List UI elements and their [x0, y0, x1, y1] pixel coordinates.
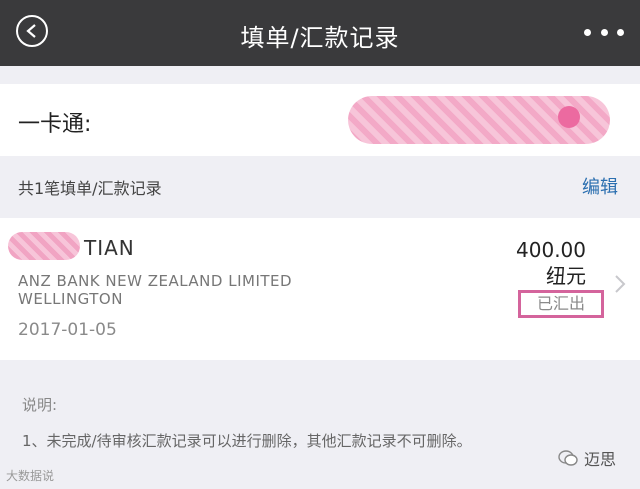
- card-label: 一卡通:: [18, 112, 92, 137]
- payee-name: TIAN: [84, 236, 135, 260]
- redaction-blob: [558, 106, 580, 128]
- record-list-item[interactable]: TIAN ANZ BANK NEW ZEALAND LIMITED WELLIN…: [0, 218, 640, 360]
- card-number-redaction: [348, 96, 610, 144]
- section-header: 共1笔填单/汇款记录 编辑: [0, 156, 640, 214]
- record-date: 2017-01-05: [18, 320, 117, 340]
- watermark-right-text: 迈思: [583, 450, 616, 469]
- record-amount: 400.00: [516, 238, 586, 262]
- more-dots-icon: [584, 28, 591, 36]
- record-count-text: 共1笔填单/汇款记录: [18, 179, 162, 198]
- more-button[interactable]: [584, 20, 624, 44]
- watermark-right: 迈思: [558, 446, 616, 470]
- notes-title: 说明:: [22, 396, 58, 414]
- bank-name: ANZ BANK NEW ZEALAND LIMITED: [18, 272, 293, 290]
- more-dots-icon: [617, 28, 624, 36]
- more-dots-icon: [600, 28, 608, 36]
- chevron-right-icon: [615, 275, 626, 293]
- wechat-icon: [558, 450, 578, 466]
- status-badge: 已汇出: [518, 290, 604, 318]
- top-nav-bar: 填单/汇款记录: [0, 0, 640, 66]
- payee-name-redaction: [8, 232, 80, 260]
- record-currency: 纽元: [546, 264, 586, 288]
- notes-item: 1、未完成/待审核汇款记录可以进行删除，其他汇款记录不可删除。: [22, 432, 472, 450]
- page-title: 填单/汇款记录: [240, 24, 400, 52]
- watermark-left: 大数据说: [6, 469, 55, 483]
- edit-button[interactable]: 编辑: [582, 173, 618, 199]
- bank-city: WELLINGTON: [18, 290, 123, 308]
